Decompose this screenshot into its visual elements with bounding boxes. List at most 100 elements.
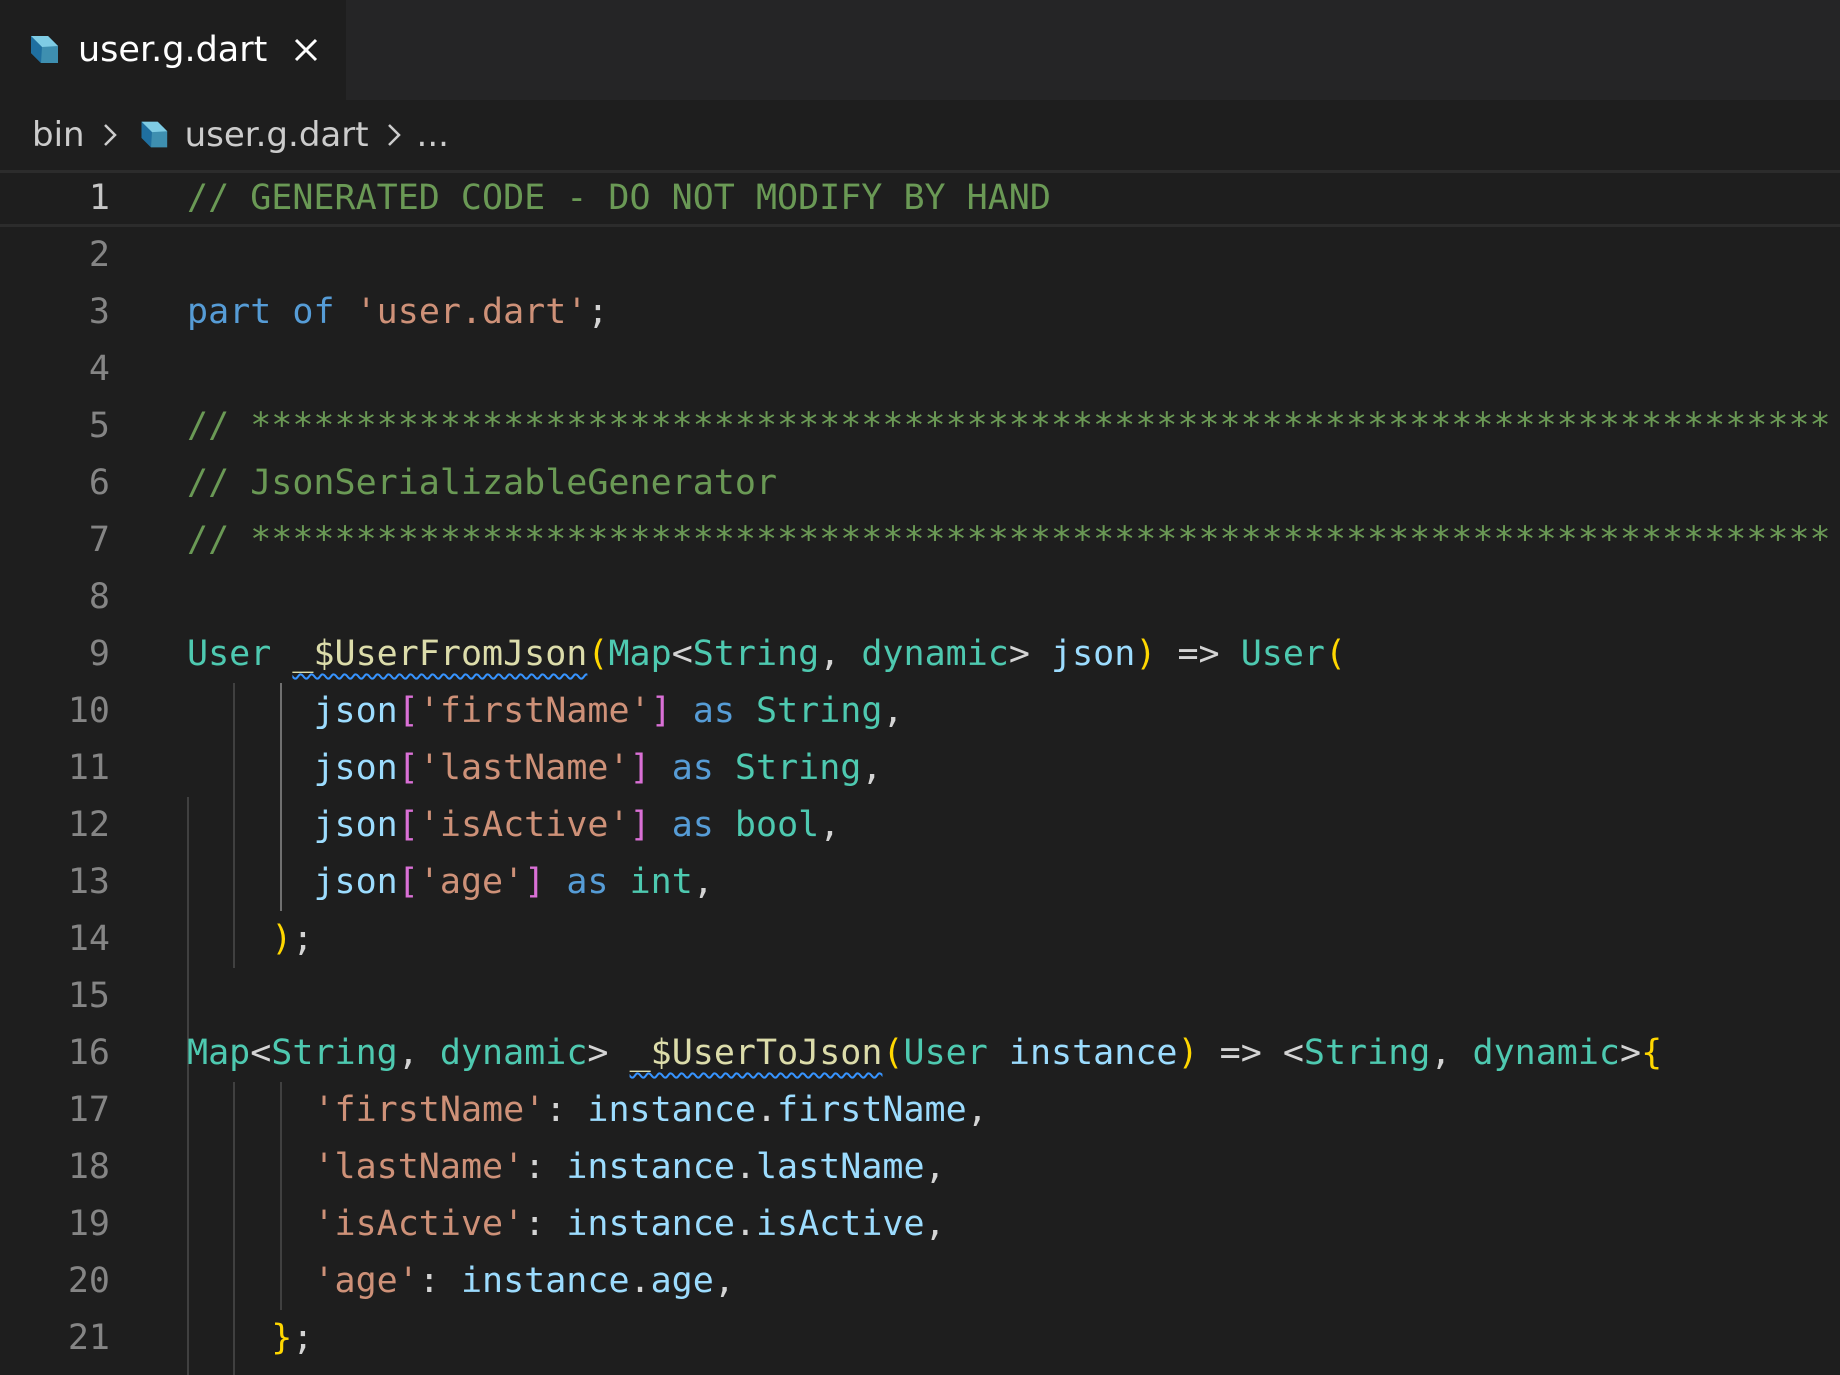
code-token: 'user.dart' [355, 292, 588, 332]
line-number: 2 [88, 235, 110, 275]
code-line[interactable]: 8 [0, 569, 1840, 626]
code-text: // JsonSerializableGenerator [187, 455, 777, 512]
code-token: , [924, 1147, 946, 1187]
tab-user-g-dart[interactable]: user.g.dart [0, 0, 346, 100]
code-line[interactable]: 15 [0, 968, 1840, 1025]
line-number: 3 [88, 292, 110, 332]
code-line[interactable]: 13 json['age'] as int, [0, 854, 1840, 911]
breadcrumb-folder-bin[interactable]: bin [32, 115, 85, 155]
code-line[interactable]: 1 // GENERATED CODE - DO NOT MODIFY BY HA… [0, 170, 1840, 227]
code-line[interactable]: 3 part of 'user.dart'; [0, 284, 1840, 341]
code-line[interactable]: 5 // ************************************… [0, 398, 1840, 455]
code-token: firstName [777, 1090, 967, 1130]
code-token: User [903, 1033, 988, 1073]
code-token: , [397, 1033, 440, 1073]
code-token: , [966, 1090, 988, 1130]
code-token: ) [1177, 1033, 1199, 1073]
code-token: ] [629, 805, 651, 845]
line-number: 1 [88, 178, 110, 218]
code-token: , [692, 862, 714, 902]
code-token: dynamic [439, 1033, 588, 1073]
code-token: 'lastName' [313, 1147, 525, 1187]
code-token: } [271, 1318, 293, 1358]
code-token: > [1620, 1033, 1642, 1073]
close-icon[interactable] [291, 35, 321, 65]
code-token: Map [187, 1033, 251, 1073]
code-token: , [924, 1204, 946, 1244]
code-token: > [587, 1033, 630, 1073]
code-token: ] [524, 862, 546, 902]
code-line[interactable]: 10 json['firstName'] as String, [0, 683, 1840, 740]
line-number: 12 [67, 805, 110, 845]
line-number: 20 [67, 1261, 110, 1301]
code-token: as [566, 862, 609, 902]
code-line[interactable]: 20 'age': instance.age, [0, 1253, 1840, 1310]
code-token: . [629, 1261, 651, 1301]
code-line[interactable]: 6 // JsonSerializableGenerator [0, 455, 1840, 512]
breadcrumb: bin user.g.dart ... [0, 100, 1840, 170]
code-line[interactable]: 2 [0, 227, 1840, 284]
line-number: 6 [88, 463, 110, 503]
code-token: , [713, 1261, 735, 1301]
code-line[interactable]: 18 'lastName': instance.lastName, [0, 1139, 1840, 1196]
line-number: 19 [67, 1204, 110, 1244]
code-token: : [418, 1261, 461, 1301]
code-editor[interactable]: 1 // GENERATED CODE - DO NOT MODIFY BY HA… [0, 170, 1840, 1375]
code-token: dynamic [861, 634, 1009, 674]
code-token: instance [1008, 1033, 1178, 1073]
code-token: String [692, 634, 820, 674]
line-number: 18 [67, 1147, 110, 1187]
code-token: // *************************************… [187, 406, 1831, 446]
line-number: 21 [67, 1318, 110, 1358]
code-token: bool [734, 805, 820, 845]
breadcrumb-symbols-more[interactable]: ... [417, 115, 449, 155]
code-token: String [756, 691, 883, 731]
code-token: as [692, 691, 735, 731]
code-token: { [1641, 1033, 1663, 1073]
code-line[interactable]: 19 'isActive': instance.isActive, [0, 1196, 1840, 1253]
code-token: 'isActive' [313, 1204, 525, 1244]
code-token: , [861, 748, 883, 788]
code-token: [ [397, 805, 419, 845]
code-token: // JsonSerializableGenerator [187, 463, 778, 503]
code-token: . [755, 1090, 778, 1130]
code-token: age [650, 1261, 714, 1301]
code-text: 'firstName': instance.firstName, [187, 1082, 988, 1139]
code-token: lastName [755, 1147, 925, 1187]
code-token: ; [292, 1318, 314, 1358]
code-text: // GENERATED CODE - DO NOT MODIFY BY HAN… [187, 170, 1051, 227]
code-token: [ [397, 748, 419, 788]
tab-bar: user.g.dart [0, 0, 1840, 100]
code-line[interactable]: 16 Map<String, dynamic> _$UserToJson(User… [0, 1025, 1840, 1082]
code-token: 'lastName' [418, 748, 630, 788]
code-line[interactable]: 4 [0, 341, 1840, 398]
code-line[interactable]: 14 ); [0, 911, 1840, 968]
chevron-right-icon [387, 124, 401, 146]
code-line[interactable]: 21 }; [0, 1310, 1840, 1367]
code-token: as [671, 805, 714, 845]
code-text: }; [187, 1310, 313, 1367]
code-token: ) [271, 919, 293, 959]
code-token: 'firstName' [418, 691, 651, 731]
code-line[interactable]: 17 'firstName': instance.firstName, [0, 1082, 1840, 1139]
code-token: , [882, 691, 904, 731]
chevron-right-icon [103, 124, 117, 146]
code-token: , [819, 805, 841, 845]
code-line[interactable]: 11 json['lastName'] as String, [0, 740, 1840, 797]
code-token: ; [292, 919, 314, 959]
code-token: 'isActive' [418, 805, 630, 845]
code-line[interactable]: 9 User _$UserFromJson(Map<String, dynamic… [0, 626, 1840, 683]
code-line[interactable]: 7 // ************************************… [0, 512, 1840, 569]
breadcrumb-file[interactable]: user.g.dart [133, 115, 369, 155]
code-token: . [734, 1204, 756, 1244]
code-token: json [313, 862, 398, 902]
code-line[interactable]: 12 json['isActive'] as bool, [0, 797, 1840, 854]
